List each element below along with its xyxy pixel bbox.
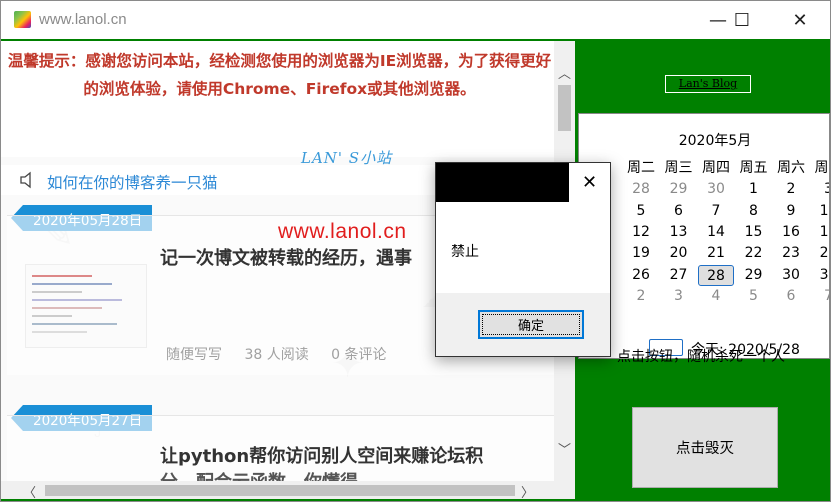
title-bar[interactable]: www.lanol.cn — ☐ ✕ [1, 1, 830, 39]
calendar-day[interactable]: 29 [736, 265, 772, 286]
calendar-day[interactable]: 5 [623, 201, 659, 222]
calendar-day[interactable]: 19 [623, 243, 659, 264]
calendar-day[interactable]: 4 [698, 286, 734, 307]
calendar-day[interactable]: 1 [736, 179, 772, 200]
watermark-text: www.lanol.cn [278, 220, 407, 243]
calendar-day[interactable]: 17 [811, 222, 829, 243]
client-area: ✎ ☁ ✦ ☂ 温馨提示：感谢您访问本站，经检测您使用的浏览器为IE浏览器，为了… [1, 39, 830, 501]
ok-button[interactable]: 确定 [478, 310, 584, 339]
calendar-day[interactable]: 6 [661, 201, 697, 222]
calendar-day[interactable]: 24 [811, 243, 829, 264]
calendar-day[interactable]: 3 [661, 286, 697, 307]
announcement-link[interactable]: 如何在你的博客养一只猫 [47, 171, 218, 193]
calendar-weekday-header: 周五 [739, 160, 768, 176]
dialog-close-button[interactable]: ✕ [569, 163, 610, 202]
article-title[interactable]: 记一次博文被转载的经历，遇事 [160, 244, 412, 270]
horizontal-scroll-thumb[interactable] [45, 485, 515, 496]
calendar-day[interactable]: 7 [811, 286, 829, 307]
notice-text: 温馨提示：感谢您访问本站，经检测您使用的浏览器为IE浏览器，为了获得更好的浏览体… [7, 52, 552, 98]
horizontal-scrollbar[interactable]: 〈 〉 [1, 481, 554, 499]
calendar-day[interactable]: 23 [773, 243, 809, 264]
browser-warning-notice: 温馨提示：感谢您访问本站，经检测您使用的浏览器为IE浏览器，为了获得更好的浏览体… [1, 41, 554, 157]
article-title-continued[interactable]: 分，配合云函数，你懂得 [160, 468, 358, 481]
calendar-weekday-header: 周四 [702, 160, 730, 176]
maximize-icon: ☐ [733, 9, 751, 31]
calendar-day[interactable]: 21 [698, 243, 734, 264]
calendar-day[interactable]: 2 [623, 286, 659, 307]
random-kill-label: 点击按钮，随机杀死一个人 [617, 349, 785, 365]
calendar-day[interactable]: 16 [773, 222, 809, 243]
article-title[interactable]: 让python帮你访问别人空间来赚论坛积 [160, 442, 483, 468]
article-comments: 0 条评论 [331, 347, 387, 363]
close-icon: ✕ [792, 9, 808, 31]
calendar-day[interactable]: 8 [736, 201, 772, 222]
window-title: www.lanol.cn [39, 11, 127, 28]
calendar-weekday-header: 周三 [664, 160, 693, 176]
scroll-down-icon[interactable]: ﹀ [558, 439, 571, 458]
calendar-day[interactable]: 31 [811, 265, 829, 286]
dialog-title-bar[interactable]: ✕ [436, 163, 610, 202]
calendar-day[interactable]: 7 [698, 201, 734, 222]
calendar-day[interactable]: 9 [773, 201, 809, 222]
dialog-footer: 确定 [436, 293, 610, 356]
destroy-button[interactable]: 点击毁灭 [632, 407, 778, 488]
calendar-day[interactable]: 15 [736, 222, 772, 243]
calendar-day[interactable]: 20 [661, 243, 697, 264]
calendar-day[interactable]: 26 [623, 265, 659, 286]
calendar-day[interactable]: 30 [698, 179, 734, 200]
close-icon: ✕ [581, 172, 598, 193]
scroll-corner [554, 481, 575, 499]
article-card[interactable]: 让python帮你访问别人空间来赚论坛积 分，配合云函数，你懂得 [7, 415, 554, 481]
vertical-scroll-thumb[interactable] [558, 85, 571, 131]
calendar-day[interactable]: 2 [773, 179, 809, 200]
calendar-day[interactable]: 22 [736, 243, 772, 264]
calendar-weekday-header: 周二 [627, 160, 655, 176]
maximize-button[interactable]: ☐ [719, 1, 765, 39]
app-window: www.lanol.cn — ☐ ✕ ✎ ☁ ✦ ☂ 温馨提示：感谢您访问本站，… [0, 0, 831, 502]
calendar-day[interactable]: 5 [736, 286, 772, 307]
scroll-up-icon[interactable]: ︿ [558, 63, 571, 82]
calendar-weekday-header: 周六 [777, 160, 805, 176]
article-reads: 38 人阅读 [244, 347, 309, 363]
calendar-day[interactable]: 6 [773, 286, 809, 307]
calendar-month-title[interactable]: 2020年5月 [579, 130, 829, 150]
calendar-day-today[interactable]: 28 [698, 264, 734, 286]
calendar-day[interactable]: 13 [661, 222, 697, 243]
scroll-right-icon[interactable]: 〉 [521, 482, 534, 499]
app-icon [14, 11, 31, 28]
blog-link-label[interactable]: Lan's Blog [665, 75, 751, 93]
scroll-left-icon[interactable]: 〈 [23, 482, 36, 499]
calendar-day[interactable]: 14 [698, 222, 734, 243]
calendar-day[interactable]: 3 [811, 179, 829, 200]
month-calendar[interactable]: 2020年5月 周二周三周四周五周六周日28293012356789101213… [578, 113, 830, 359]
calendar-day[interactable]: 27 [661, 265, 697, 286]
close-button[interactable]: ✕ [777, 1, 823, 39]
calendar-day[interactable]: 29 [661, 179, 697, 200]
calendar-day[interactable]: 30 [773, 265, 809, 286]
calendar-weekday-header: 周日 [814, 160, 830, 176]
speaker-icon [20, 171, 31, 189]
dialog-message: 禁止 [451, 244, 479, 260]
message-dialog: ✕ 禁止 确定 [435, 162, 611, 357]
article-meta: 随便写写 38 人阅读 0 条评论 [166, 344, 405, 364]
article-category[interactable]: 随便写写 [166, 347, 222, 363]
calendar-day[interactable]: 28 [623, 179, 659, 200]
article-thumbnail[interactable] [25, 264, 147, 348]
calendar-day[interactable]: 10 [811, 201, 829, 222]
calendar-day[interactable]: 12 [623, 222, 659, 243]
